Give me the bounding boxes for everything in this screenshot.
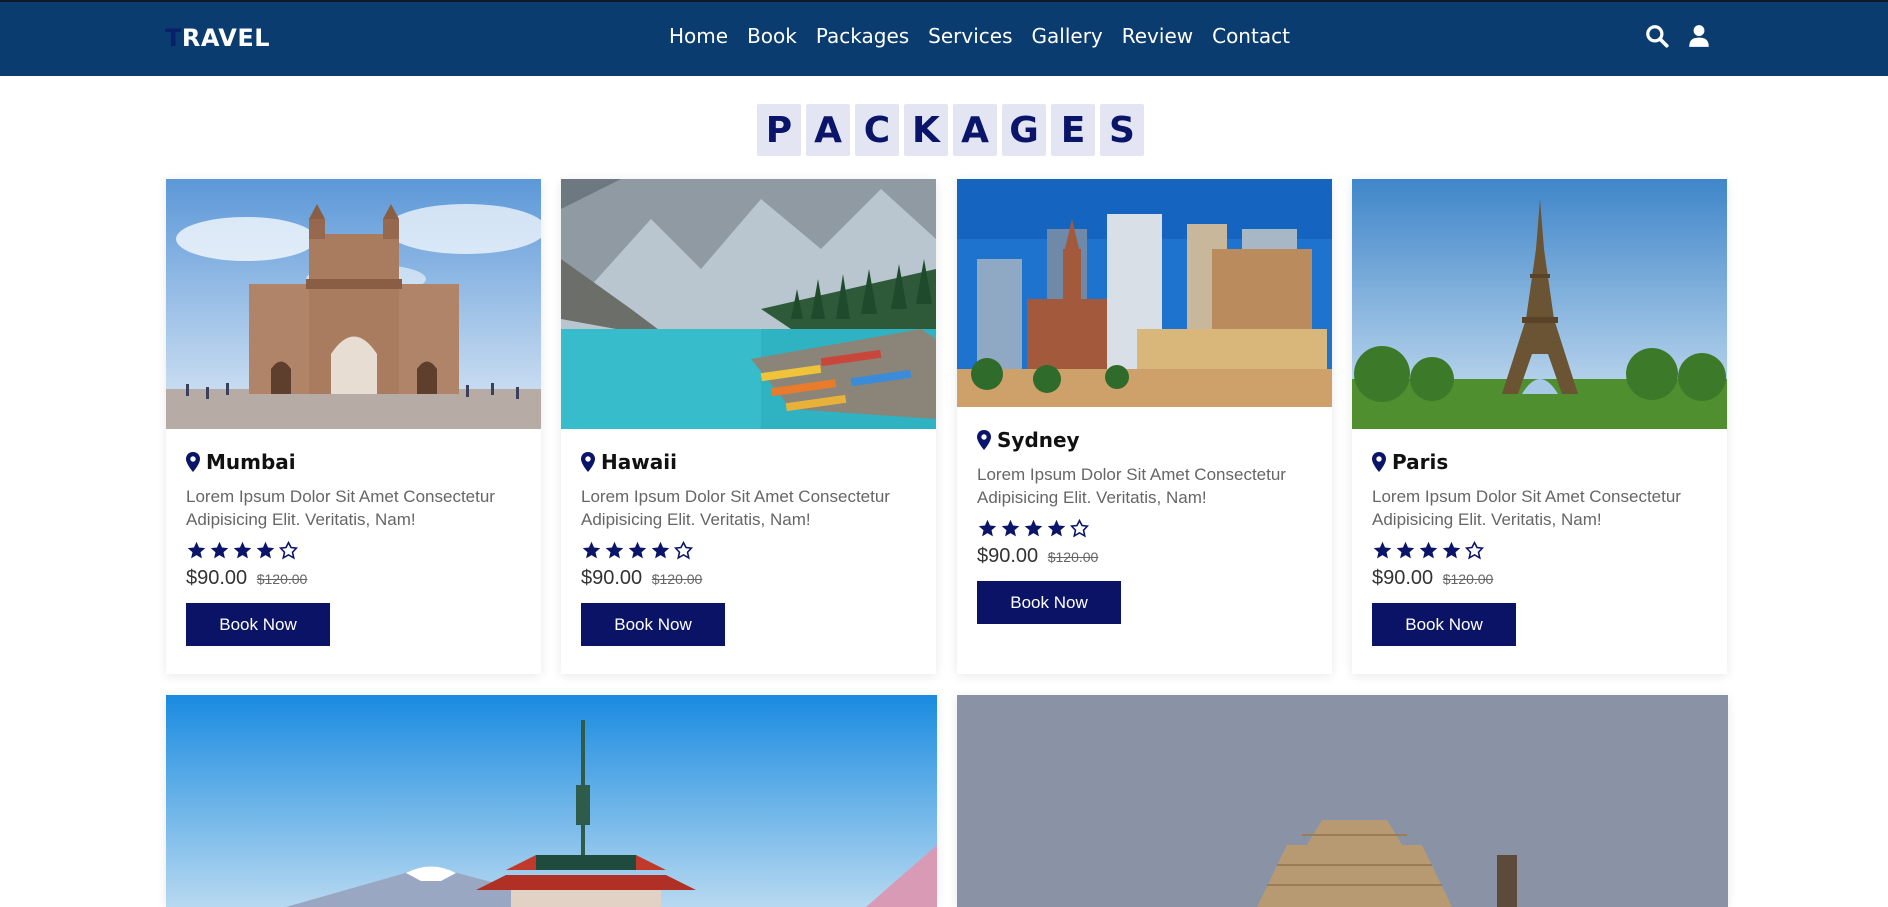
package-card-large bbox=[166, 695, 937, 907]
package-price: $90.00 $120.00 bbox=[581, 567, 920, 590]
star-filled-icon bbox=[1024, 519, 1043, 536]
old-price: $120.00 bbox=[651, 571, 703, 587]
package-card-large bbox=[957, 695, 1728, 907]
package-photo-mumbai bbox=[166, 179, 541, 429]
old-price: $120.00 bbox=[256, 571, 308, 587]
package-price: $90.00 $120.00 bbox=[1372, 567, 1711, 590]
star-filled-icon bbox=[605, 541, 624, 558]
package-name: Hawaii bbox=[601, 450, 677, 474]
package-card: Mumbai Lorem Ipsum Dolor Sit Amet Consec… bbox=[166, 179, 541, 674]
package-photo-japan bbox=[166, 695, 937, 907]
rating-stars bbox=[977, 517, 1316, 539]
star-filled-icon bbox=[651, 541, 670, 558]
package-price: $90.00 $120.00 bbox=[186, 567, 525, 590]
package-description: Lorem Ipsum Dolor Sit Amet Consectetur A… bbox=[581, 487, 890, 529]
title-letter: K bbox=[904, 104, 948, 156]
brand-logo[interactable]: TRAVEL bbox=[165, 24, 270, 52]
star-filled-icon bbox=[1442, 541, 1461, 558]
map-marker-icon bbox=[1372, 452, 1386, 472]
nav-gallery[interactable]: Gallery bbox=[1032, 24, 1103, 48]
star-filled-icon bbox=[210, 541, 229, 558]
package-location: Mumbai bbox=[186, 449, 525, 475]
rating-stars bbox=[186, 539, 525, 561]
title-letter: A bbox=[806, 104, 850, 156]
package-location: Paris bbox=[1372, 449, 1711, 475]
title-letter: G bbox=[1002, 104, 1046, 156]
package-location: Sydney bbox=[977, 427, 1316, 453]
logo-first-letter: T bbox=[165, 24, 182, 52]
package-card-body: Paris Lorem Ipsum Dolor Sit Amet Consect… bbox=[1372, 449, 1711, 646]
title-letter: S bbox=[1100, 104, 1144, 156]
package-card-body: Sydney Lorem Ipsum Dolor Sit Amet Consec… bbox=[977, 427, 1316, 624]
star-filled-icon bbox=[1047, 519, 1066, 536]
package-description: Lorem Ipsum Dolor Sit Amet Consectetur A… bbox=[977, 465, 1286, 507]
package-description: Lorem Ipsum Dolor Sit Amet Consectetur A… bbox=[1372, 487, 1681, 529]
star-filled-icon bbox=[1373, 541, 1392, 558]
star-empty-icon bbox=[1464, 540, 1485, 560]
title-letter: A bbox=[953, 104, 997, 156]
book-now-button[interactable]: Book Now bbox=[186, 603, 330, 646]
current-price: $90.00 bbox=[1372, 567, 1434, 589]
search-icon[interactable] bbox=[1644, 22, 1670, 50]
package-photo-sydney bbox=[957, 179, 1332, 407]
book-now-button[interactable]: Book Now bbox=[977, 581, 1121, 624]
package-location: Hawaii bbox=[581, 449, 920, 475]
title-letter: E bbox=[1051, 104, 1095, 156]
rating-stars bbox=[1372, 539, 1711, 561]
current-price: $90.00 bbox=[186, 567, 248, 589]
package-card: Hawaii Lorem Ipsum Dolor Sit Amet Consec… bbox=[561, 179, 936, 674]
nav-home[interactable]: Home bbox=[669, 24, 728, 48]
top-navbar: TRAVEL Home Book Packages Services Galle… bbox=[0, 0, 1888, 76]
old-price: $120.00 bbox=[1047, 549, 1099, 565]
book-now-button[interactable]: Book Now bbox=[1372, 603, 1516, 646]
package-photo-egypt bbox=[957, 695, 1728, 907]
map-marker-icon bbox=[186, 452, 200, 472]
nav-book[interactable]: Book bbox=[747, 24, 797, 48]
section-title-packages: P A C K A G E S bbox=[757, 104, 1144, 156]
title-letter: P bbox=[757, 104, 801, 156]
star-filled-icon bbox=[1396, 541, 1415, 558]
map-marker-icon bbox=[977, 430, 991, 450]
nav-review[interactable]: Review bbox=[1122, 24, 1193, 48]
package-name: Mumbai bbox=[206, 450, 296, 474]
nav-contact[interactable]: Contact bbox=[1212, 24, 1290, 48]
current-price: $90.00 bbox=[581, 567, 643, 589]
package-card-body: Mumbai Lorem Ipsum Dolor Sit Amet Consec… bbox=[186, 449, 525, 646]
star-filled-icon bbox=[1419, 541, 1438, 558]
star-empty-icon bbox=[278, 540, 299, 560]
nav-packages[interactable]: Packages bbox=[816, 24, 909, 48]
star-filled-icon bbox=[256, 541, 275, 558]
package-card: Paris Lorem Ipsum Dolor Sit Amet Consect… bbox=[1352, 179, 1727, 674]
star-filled-icon bbox=[582, 541, 601, 558]
star-filled-icon bbox=[978, 519, 997, 536]
nav-services[interactable]: Services bbox=[928, 24, 1012, 48]
book-now-button[interactable]: Book Now bbox=[581, 603, 725, 646]
old-price: $120.00 bbox=[1442, 571, 1494, 587]
star-filled-icon bbox=[1001, 519, 1020, 536]
star-filled-icon bbox=[233, 541, 252, 558]
star-empty-icon bbox=[673, 540, 694, 560]
package-card: Sydney Lorem Ipsum Dolor Sit Amet Consec… bbox=[957, 179, 1332, 674]
package-name: Paris bbox=[1392, 450, 1449, 474]
current-price: $90.00 bbox=[977, 545, 1039, 567]
rating-stars bbox=[581, 539, 920, 561]
star-filled-icon bbox=[628, 541, 647, 558]
package-photo-paris bbox=[1352, 179, 1727, 429]
star-empty-icon bbox=[1069, 518, 1090, 538]
package-description: Lorem Ipsum Dolor Sit Amet Consectetur A… bbox=[186, 487, 495, 529]
user-icon[interactable] bbox=[1686, 22, 1712, 50]
main-nav: Home Book Packages Services Gallery Revi… bbox=[669, 24, 1290, 48]
package-card-body: Hawaii Lorem Ipsum Dolor Sit Amet Consec… bbox=[581, 449, 920, 646]
package-price: $90.00 $120.00 bbox=[977, 545, 1316, 568]
star-filled-icon bbox=[187, 541, 206, 558]
logo-text: RAVEL bbox=[181, 24, 271, 52]
package-photo-hawaii bbox=[561, 179, 936, 429]
package-name: Sydney bbox=[997, 428, 1080, 452]
map-marker-icon bbox=[581, 452, 595, 472]
title-letter: C bbox=[855, 104, 899, 156]
